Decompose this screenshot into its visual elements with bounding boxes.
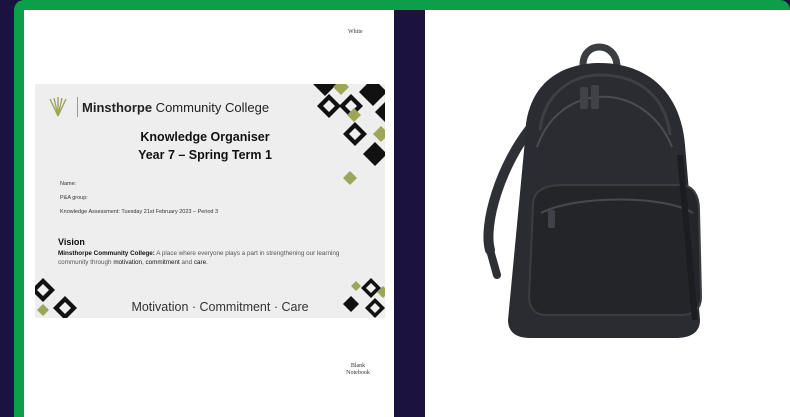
- logo-divider: [77, 97, 78, 117]
- college-name: Minsthorpe Community College: [82, 100, 270, 115]
- group-field-label: P&A group:: [60, 195, 88, 201]
- knowledge-organiser-cover-photo: Minsthorpe Community College Knowledge O…: [35, 84, 385, 318]
- diamond-pattern-bottom-right-icon: [343, 278, 385, 318]
- name-field-label: Name:: [60, 181, 77, 187]
- cover-title-line2: Year 7 – Spring Term 1: [138, 148, 272, 162]
- blank-notebook-label: Blank Notebook: [343, 363, 373, 377]
- backpack-icon: [483, 43, 703, 338]
- backpack-panel-right: [425, 10, 790, 417]
- notebook-label: Notebook: [346, 370, 370, 376]
- vision-statement: Minsthorpe Community College: A place wh…: [58, 250, 340, 266]
- cover-title-line1: Knowledge Organiser: [140, 130, 270, 144]
- college-logo-icon: [45, 96, 71, 118]
- diamond-pattern-bottom-left-icon: [35, 278, 77, 318]
- vision-heading: Vision: [58, 237, 85, 247]
- college-motto: Motivation · Commitment · Care: [131, 300, 309, 314]
- white-label: White: [348, 29, 363, 35]
- blank-label: Blank: [350, 363, 366, 369]
- assessment-field-label: Knowledge Assessment: Tuesday 21st Febru…: [60, 209, 219, 215]
- diamond-pattern-top-right-icon: [313, 84, 385, 185]
